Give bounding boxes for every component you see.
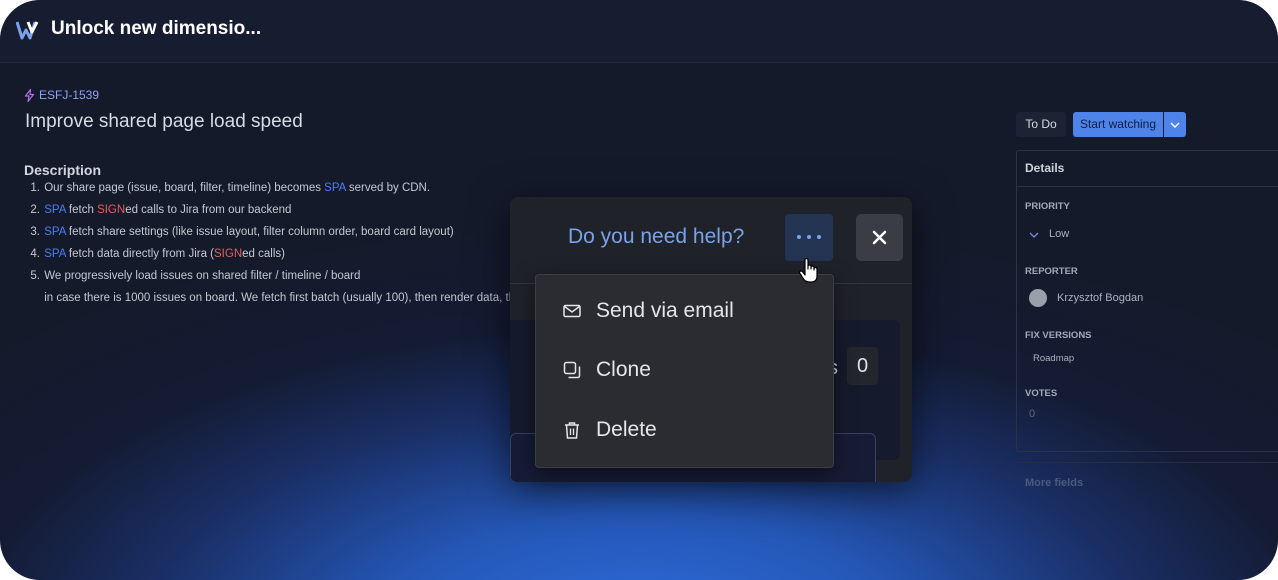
- description-text: fetch: [65, 204, 98, 216]
- priority-value[interactable]: Low: [1049, 228, 1069, 240]
- top-bar: Unlock new dimensio...: [0, 0, 1278, 63]
- dot-icon: [807, 235, 811, 239]
- chevron-down-icon: [1170, 122, 1180, 129]
- app-window: Unlock new dimensio... ESFJ-1539 Improve…: [0, 0, 1278, 580]
- issue-key-label: ESFJ-1539: [39, 88, 100, 102]
- description-text: ed calls to Jira from our backend: [125, 204, 292, 216]
- description-text: Our share page (issue, board, filter, ti…: [44, 182, 325, 194]
- menu-item-label: Send via email: [596, 299, 734, 322]
- issue-title[interactable]: Improve shared page load speed: [25, 111, 303, 133]
- votes-label: VOTES: [1025, 388, 1058, 399]
- description-heading: Description: [24, 162, 102, 178]
- menu-item-label: Clone: [596, 358, 651, 381]
- watch-dropdown-button[interactable]: [1164, 112, 1186, 137]
- more-options-button[interactable]: [785, 214, 833, 261]
- priority-label: PRIORITY: [1025, 201, 1070, 212]
- details-panel: Details PRIORITY Low REPORTER Krzysztof …: [1016, 150, 1278, 452]
- description-text: ed calls): [242, 248, 285, 260]
- description-line-number: 1.: [30, 182, 40, 194]
- options-menu: Send via email Clone Delete: [535, 274, 834, 468]
- spa-term: SPA: [324, 182, 346, 194]
- description-line: in case there is 1000 issues on board. W…: [24, 288, 522, 310]
- app-title: Unlock new dimensio...: [51, 18, 262, 39]
- start-watching-button[interactable]: Start watching: [1073, 112, 1163, 137]
- fix-versions-label: FIX VERSIONS: [1025, 330, 1092, 341]
- dot-icon: [797, 235, 801, 239]
- priority-low-icon: [1029, 232, 1039, 238]
- description-line: 4. SPA fetch data directly from Jira (SI…: [24, 244, 522, 266]
- more-fields-link[interactable]: More fields: [1025, 477, 1083, 489]
- description-line: 2. SPA fetch SIGNed calls to Jira from o…: [24, 200, 522, 222]
- mail-icon: [563, 304, 581, 318]
- description-line: 1. Our share page (issue, board, filter,…: [24, 178, 522, 200]
- spa-term: SPA: [44, 226, 66, 238]
- details-heading[interactable]: Details: [1017, 151, 1278, 187]
- menu-item-send-via-email[interactable]: Send via email: [536, 283, 833, 341]
- description-text: We progressively load issues on shared f…: [44, 270, 361, 282]
- description-list[interactable]: 1. Our share page (issue, board, filter,…: [24, 178, 522, 310]
- issue-key[interactable]: ESFJ-1539: [24, 88, 99, 102]
- description-line-number: 3.: [30, 226, 40, 238]
- description-line-number: 4.: [30, 248, 40, 260]
- fix-versions-value[interactable]: Roadmap: [1033, 353, 1074, 364]
- spa-term: SPA: [44, 204, 66, 216]
- reporter-value[interactable]: Krzysztof Bogdan: [1057, 292, 1143, 304]
- menu-item-delete[interactable]: Delete: [536, 402, 833, 460]
- description-line-number: 2.: [30, 204, 40, 216]
- dot-icon: [817, 235, 821, 239]
- reporter-label: REPORTER: [1025, 266, 1078, 277]
- signed-term: SIGN: [97, 204, 126, 216]
- count-badge: 0: [847, 347, 878, 385]
- votes-value[interactable]: 0: [1029, 408, 1035, 420]
- menu-item-clone[interactable]: Clone: [536, 342, 833, 400]
- status-button[interactable]: To Do: [1016, 112, 1066, 137]
- description-text: fetch data directly from Jira (: [65, 248, 215, 260]
- description-line-number: 5.: [30, 270, 40, 282]
- menu-item-label: Delete: [596, 418, 657, 441]
- description-line: 3. SPA fetch share settings (like issue …: [24, 222, 522, 244]
- avatar: [1029, 289, 1047, 307]
- details-divider: [1016, 462, 1278, 463]
- close-button[interactable]: [856, 214, 903, 261]
- lightning-icon: [24, 88, 35, 102]
- w-logo-icon: [16, 21, 39, 40]
- description-line: 5. We progressively load issues on share…: [24, 266, 522, 288]
- description-text: fetch share settings (like issue layout,…: [65, 226, 454, 238]
- trash-icon: [565, 422, 579, 439]
- description-text: in case there is 1000 issues on board. W…: [44, 292, 522, 304]
- signed-term: SIGN: [214, 248, 243, 260]
- copy-icon: [563, 361, 581, 379]
- close-icon: [872, 230, 887, 245]
- help-title[interactable]: Do you need help?: [568, 225, 744, 249]
- spa-term: SPA: [44, 248, 66, 260]
- description-text: served by CDN.: [345, 182, 431, 194]
- hand-pointer-icon: [798, 258, 818, 283]
